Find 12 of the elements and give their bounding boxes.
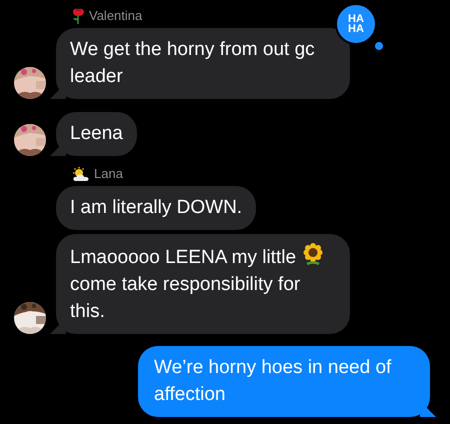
rose-icon [72,8,85,24]
sun-cloud-icon [72,166,90,182]
sender-name: Lana [94,165,123,184]
sunflower-icon [301,242,326,266]
message-text: We’re horny hoes in need of affection [154,357,392,405]
message-text: We get the horny from out gc leader [70,39,315,87]
reaction-badge[interactable]: HA HA [335,3,377,45]
reaction-dot [375,42,383,50]
message-text: I am literally DOWN. [70,197,242,218]
message-text: Lmaooooo LEENA my little come take responsibility for this. [70,247,326,322]
message-text: Leena [70,123,123,144]
sender-name: Valentina [89,7,142,26]
